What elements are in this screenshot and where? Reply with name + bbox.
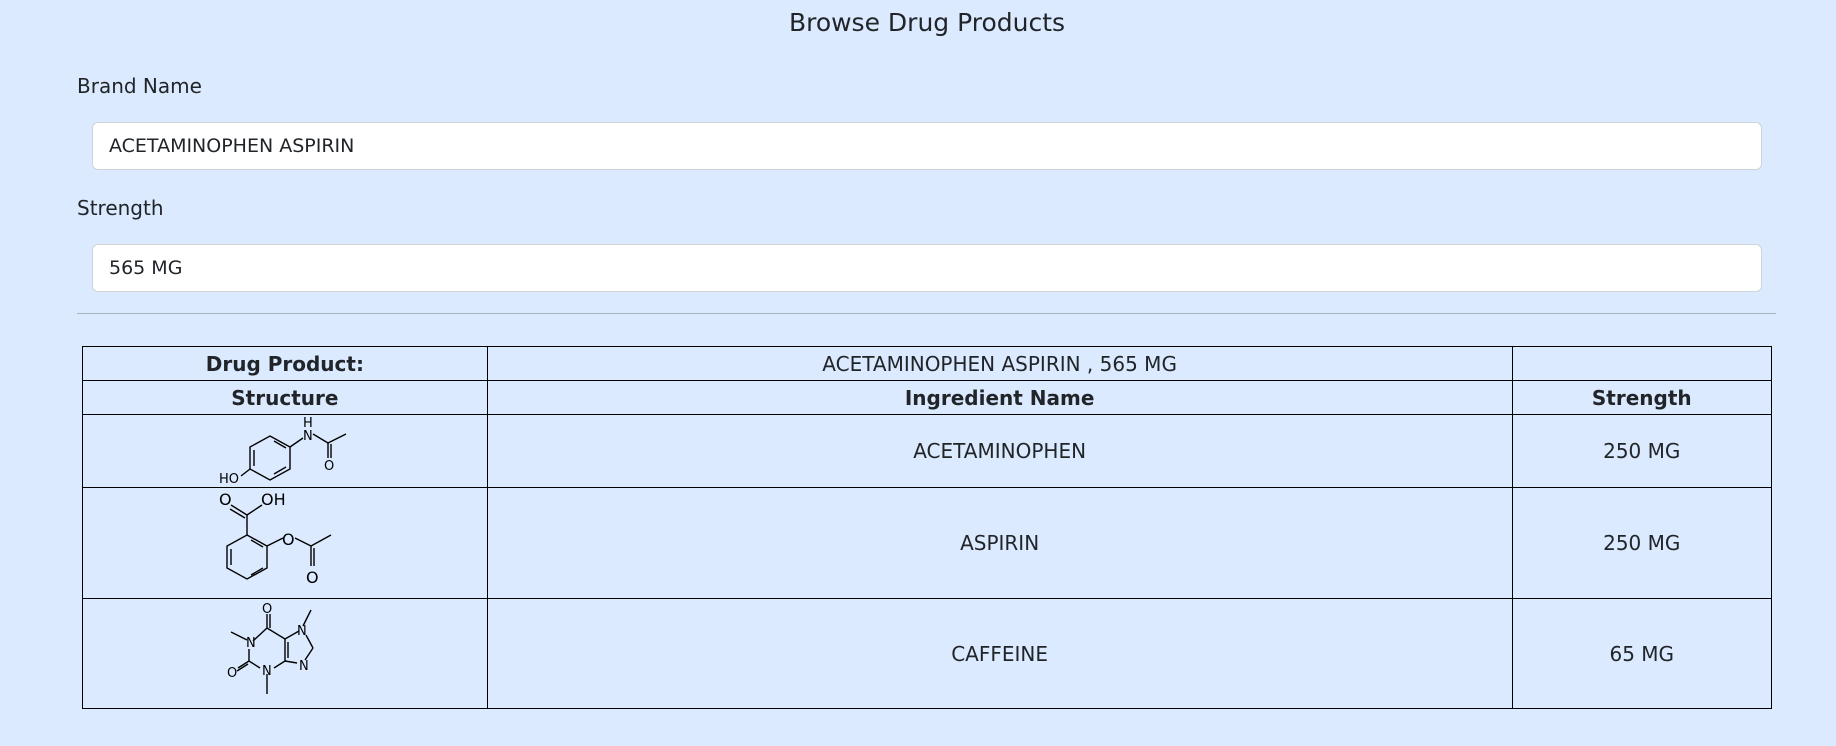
empty-cell: [1511, 346, 1773, 381]
atom-label: O: [262, 602, 272, 617]
atom-label: N: [246, 636, 256, 651]
atom-label: N: [303, 429, 313, 444]
brand-name-input[interactable]: [92, 122, 1762, 170]
atom-label: O: [306, 568, 319, 587]
ingredient-name-cell: ACETAMINOPHEN: [486, 414, 1513, 488]
divider: [77, 313, 1776, 314]
drug-product-table: Drug Product: ACETAMINOPHEN ASPIRIN , 56…: [82, 346, 1773, 709]
atom-label: N: [299, 659, 309, 674]
structure-cell: H N O HO: [82, 414, 488, 488]
strength-cell: 65 MG: [1511, 598, 1773, 709]
strength-cell: 250 MG: [1511, 487, 1773, 599]
page-title: Browse Drug Products: [788, 8, 1066, 37]
atom-label: O: [282, 530, 295, 549]
drug-product-value: ACETAMINOPHEN ASPIRIN , 565 MG: [486, 346, 1513, 381]
caffeine-structure-icon: O N N O N N: [227, 602, 314, 694]
atom-label: O: [227, 666, 237, 681]
acetaminophen-structure-icon: H N O HO: [219, 416, 347, 486]
ingredient-name-header: Ingredient Name: [486, 380, 1513, 415]
ingredient-name-cell: CAFFEINE: [486, 598, 1513, 709]
strength-cell: 250 MG: [1511, 414, 1773, 488]
structure-cell: O N N O N N: [82, 598, 488, 709]
atom-label: O: [219, 491, 232, 509]
table-row: H N O HO ACETAMINOPHEN 250 MG: [82, 414, 1773, 488]
header-row: Structure Ingredient Name Strength: [82, 380, 1773, 415]
table-row: O N N O N N CAFFEINE 65 MG: [82, 598, 1773, 709]
atom-label: N: [262, 664, 272, 679]
structure-header: Structure: [82, 380, 488, 415]
drug-product-label: Drug Product:: [82, 346, 488, 381]
strength-label: Strength: [77, 196, 164, 220]
strength-input[interactable]: [92, 244, 1762, 292]
atom-label: O: [324, 459, 334, 474]
strength-header: Strength: [1511, 380, 1773, 415]
ingredient-name-cell: ASPIRIN: [486, 487, 1513, 599]
atom-label: HO: [219, 472, 239, 486]
product-row: Drug Product: ACETAMINOPHEN ASPIRIN , 56…: [82, 346, 1773, 381]
brand-name-label: Brand Name: [77, 74, 202, 98]
table-row: O OH O O ASPIRIN 250 MG: [82, 487, 1773, 599]
aspirin-structure-icon: O OH O O: [219, 491, 332, 587]
atom-label: N: [297, 624, 307, 639]
structure-cell: O OH O O: [82, 487, 488, 599]
atom-label: OH: [261, 491, 286, 509]
